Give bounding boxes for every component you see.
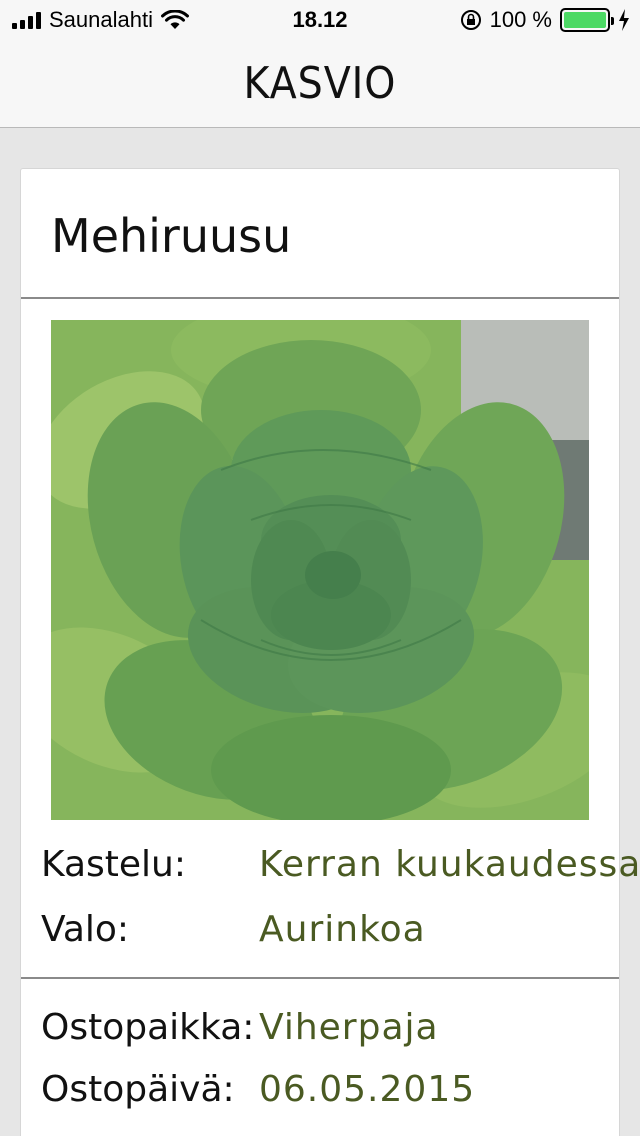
- plant-name: Mehiruusu: [51, 209, 292, 263]
- plant-photo: [51, 320, 589, 820]
- battery-fill: [564, 12, 606, 28]
- purchase-place-label: Ostopaikka:: [41, 1007, 255, 1048]
- nav-bar: KASVIO: [0, 40, 640, 128]
- purchase-place-value: Viherpaja: [259, 1007, 439, 1048]
- card-header: Mehiruusu: [21, 169, 619, 299]
- watering-label: Kastelu:: [41, 844, 187, 885]
- purchase-date-label: Ostopäivä:: [41, 1069, 235, 1110]
- nav-title: KASVIO: [243, 58, 397, 109]
- light-label: Valo:: [41, 909, 130, 950]
- plant-card: Mehiruusu Kastelu: Kerran kuukaudessa Va…: [20, 168, 640, 1136]
- battery-percent: 100 %: [489, 7, 552, 32]
- rotation-lock-icon: [460, 10, 481, 30]
- section-divider: [21, 977, 619, 979]
- purchase-date-value: 06.05.2015: [259, 1069, 476, 1110]
- light-value: Aurinkoa: [259, 909, 426, 950]
- status-bar: Saunalahti 18.12 100 %: [0, 0, 640, 40]
- watering-value: Kerran kuukaudessa: [259, 844, 640, 885]
- status-right: 100 %: [460, 7, 630, 33]
- battery-icon: [560, 8, 614, 32]
- charging-bolt-icon: [619, 9, 629, 31]
- succulent-rosette-photo: [51, 320, 589, 820]
